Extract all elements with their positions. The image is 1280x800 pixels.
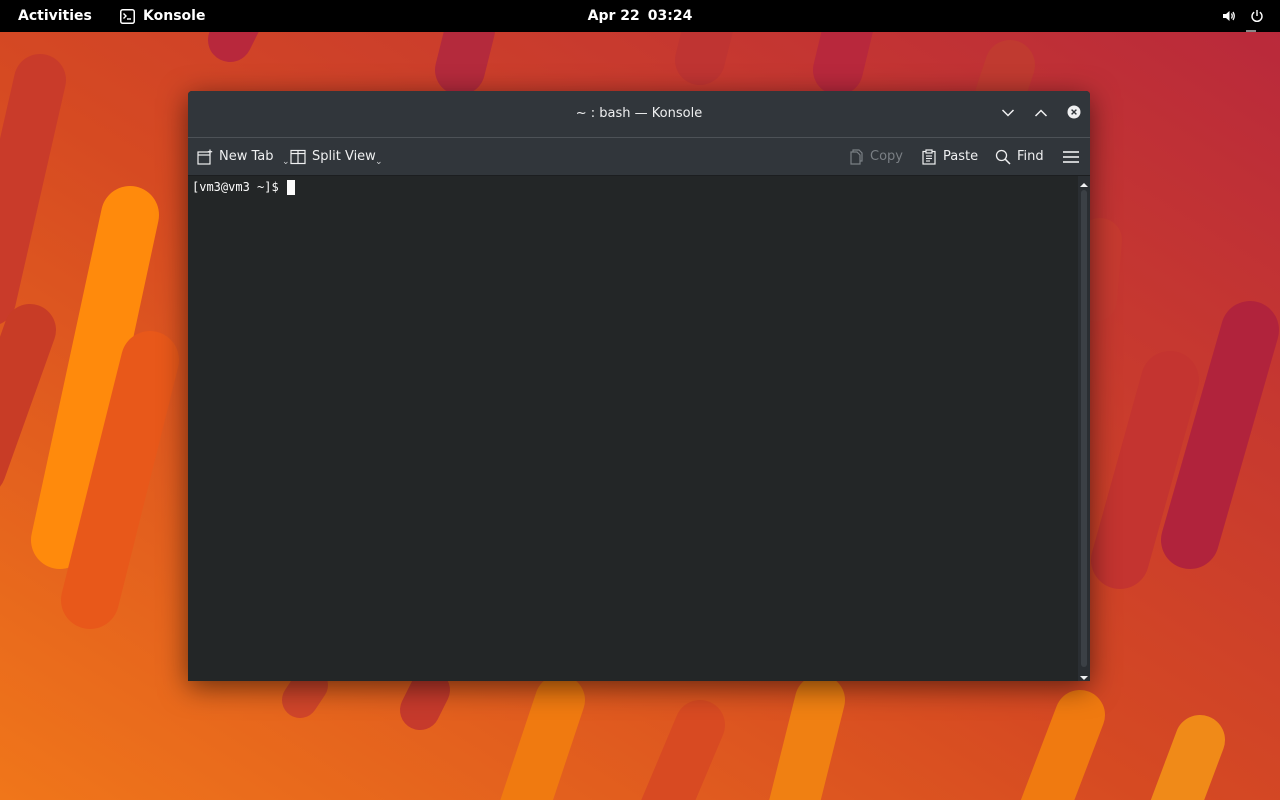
split-view-label: Split View	[312, 149, 376, 164]
window-title: ~ : bash — Konsole	[575, 106, 703, 121]
tray-indicator	[1246, 30, 1256, 32]
chevron-up-icon	[1034, 107, 1048, 122]
speaker-icon[interactable]	[1222, 9, 1236, 23]
close-icon	[1067, 105, 1081, 123]
paste-icon	[921, 148, 937, 165]
scroll-down-arrow-icon	[1080, 666, 1088, 682]
copy-icon	[848, 148, 864, 165]
close-button[interactable]	[1064, 104, 1084, 124]
hamburger-menu-button[interactable]	[1063, 138, 1079, 175]
find-button[interactable]: Find	[995, 138, 1044, 175]
find-label: Find	[1017, 149, 1044, 164]
copy-button[interactable]: Copy	[848, 138, 903, 175]
hamburger-icon	[1063, 150, 1079, 164]
text-cursor	[286, 179, 295, 195]
time-text: 03:24	[647, 8, 693, 24]
new-tab-button[interactable]: New Tab ⌄	[197, 138, 290, 175]
chevron-down-icon	[1001, 107, 1015, 122]
paste-label: Paste	[943, 149, 979, 164]
top-bar: Activities Konsole Apr 22 03:24	[0, 0, 1280, 32]
terminal-area[interactable]: [vm3@vm3 ~]$	[188, 176, 1078, 681]
minimize-button[interactable]	[998, 104, 1018, 124]
shell-prompt: [vm3@vm3 ~]$	[192, 180, 279, 194]
window-titlebar[interactable]: ~ : bash — Konsole	[188, 91, 1090, 137]
prompt-line: [vm3@vm3 ~]$	[192, 179, 295, 195]
split-view-icon	[290, 149, 306, 165]
copy-label: Copy	[870, 149, 903, 164]
power-icon[interactable]	[1250, 9, 1264, 23]
search-icon	[995, 149, 1011, 165]
maximize-button[interactable]	[1031, 104, 1051, 124]
date-text: Apr 22	[587, 8, 640, 24]
new-tab-dropdown-caret[interactable]: ⌄	[282, 158, 290, 167]
activities-button[interactable]: Activities	[18, 0, 92, 32]
clock-button[interactable]: Apr 22 03:24	[588, 8, 693, 24]
new-tab-label: New Tab	[219, 149, 274, 164]
terminal-scrollbar[interactable]	[1078, 176, 1090, 681]
konsole-window: ~ : bash — Konsole New Tab ⌄ Split View …	[188, 91, 1090, 681]
app-menu-button[interactable]: Konsole	[120, 0, 205, 32]
split-view-dropdown-caret[interactable]: ⌄	[375, 158, 383, 167]
scroll-up-button[interactable]	[1078, 176, 1090, 188]
scroll-up-arrow-icon	[1080, 173, 1088, 192]
new-tab-icon	[197, 149, 213, 165]
paste-button[interactable]: Paste	[921, 138, 978, 175]
app-name: Konsole	[143, 8, 206, 24]
scroll-down-button[interactable]	[1078, 669, 1090, 681]
scrollbar-track[interactable]	[1081, 190, 1087, 667]
system-tray[interactable]	[1222, 0, 1264, 32]
terminal-icon	[120, 8, 135, 24]
toolbar: New Tab ⌄ Split View ⌄ Copy Paste Find	[188, 138, 1090, 175]
split-view-button[interactable]: Split View ⌄	[290, 138, 383, 175]
